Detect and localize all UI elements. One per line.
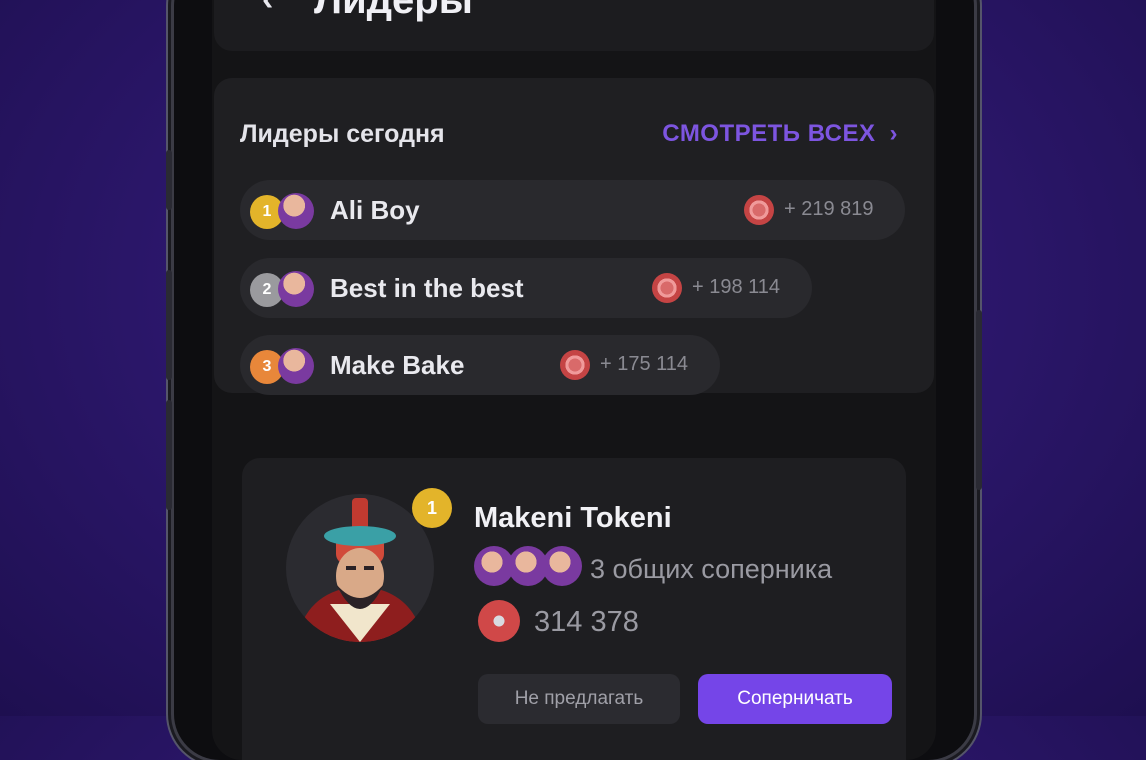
phone-power-button [976, 310, 982, 490]
poker-chip-icon [744, 195, 774, 225]
compete-button[interactable]: Соперничать [698, 674, 892, 724]
poker-chip-icon [560, 350, 590, 380]
common-rivals-text: 3 общих соперника [590, 554, 833, 584]
top-bar: ‹ Лидеры [214, 0, 934, 51]
chevron-right-icon: › [889, 120, 898, 147]
player-avatar [286, 494, 434, 642]
poker-chip-icon [652, 273, 682, 303]
page-title: Лидеры [314, 0, 473, 22]
rival-card: 1 Makeni Tokeni 3 общих соперника 314 37… [242, 458, 906, 760]
phone-volume-button [166, 400, 172, 510]
chip-balance: 314 378 [534, 606, 639, 638]
chevron-left-icon[interactable]: ‹ [262, 0, 273, 19]
leader-name: Best in the best [330, 273, 524, 303]
avatar [278, 348, 314, 384]
sultan-avatar-illustration [296, 498, 424, 642]
leader-score: + 198 114 [692, 276, 781, 298]
common-rivals-avatars [474, 546, 584, 586]
leader-score: + 175 114 [600, 353, 689, 375]
leader-score: + 219 819 [784, 198, 874, 220]
phone-volume-button [166, 270, 172, 380]
leader-row[interactable]: 1 Ali Boy + 219 819 [240, 180, 905, 240]
see-all-link[interactable]: СМОТРЕТЬ ВСЕХ › [662, 120, 898, 148]
app-screen: ‹ Лидеры Лидеры сегодня СМОТРЕТЬ ВСЕХ › 1… [212, 0, 936, 760]
phone-frame: ‹ Лидеры Лидеры сегодня СМОТРЕТЬ ВСЕХ › 1… [166, 0, 982, 760]
poker-chip-icon [478, 600, 520, 642]
player-name: Makeni Tokeni [474, 502, 672, 534]
leader-row[interactable]: 3 Make Bake + 175 114 [240, 335, 720, 395]
avatar [542, 546, 582, 586]
section-title: Лидеры сегодня [240, 120, 445, 148]
avatar [278, 193, 314, 229]
phone-side-button [166, 150, 172, 210]
leaders-today-card: Лидеры сегодня СМОТРЕТЬ ВСЕХ › 1 Ali Boy … [214, 78, 934, 395]
see-all-label: СМОТРЕТЬ ВСЕХ [662, 120, 876, 147]
leader-row[interactable]: 2 Best in the best + 198 114 [240, 258, 812, 318]
avatar [278, 271, 314, 307]
leader-name: Ali Boy [330, 195, 420, 225]
rank-badge: 1 [412, 488, 452, 528]
do-not-suggest-button[interactable]: Не предлагать [478, 674, 680, 724]
leader-name: Make Bake [330, 350, 465, 380]
